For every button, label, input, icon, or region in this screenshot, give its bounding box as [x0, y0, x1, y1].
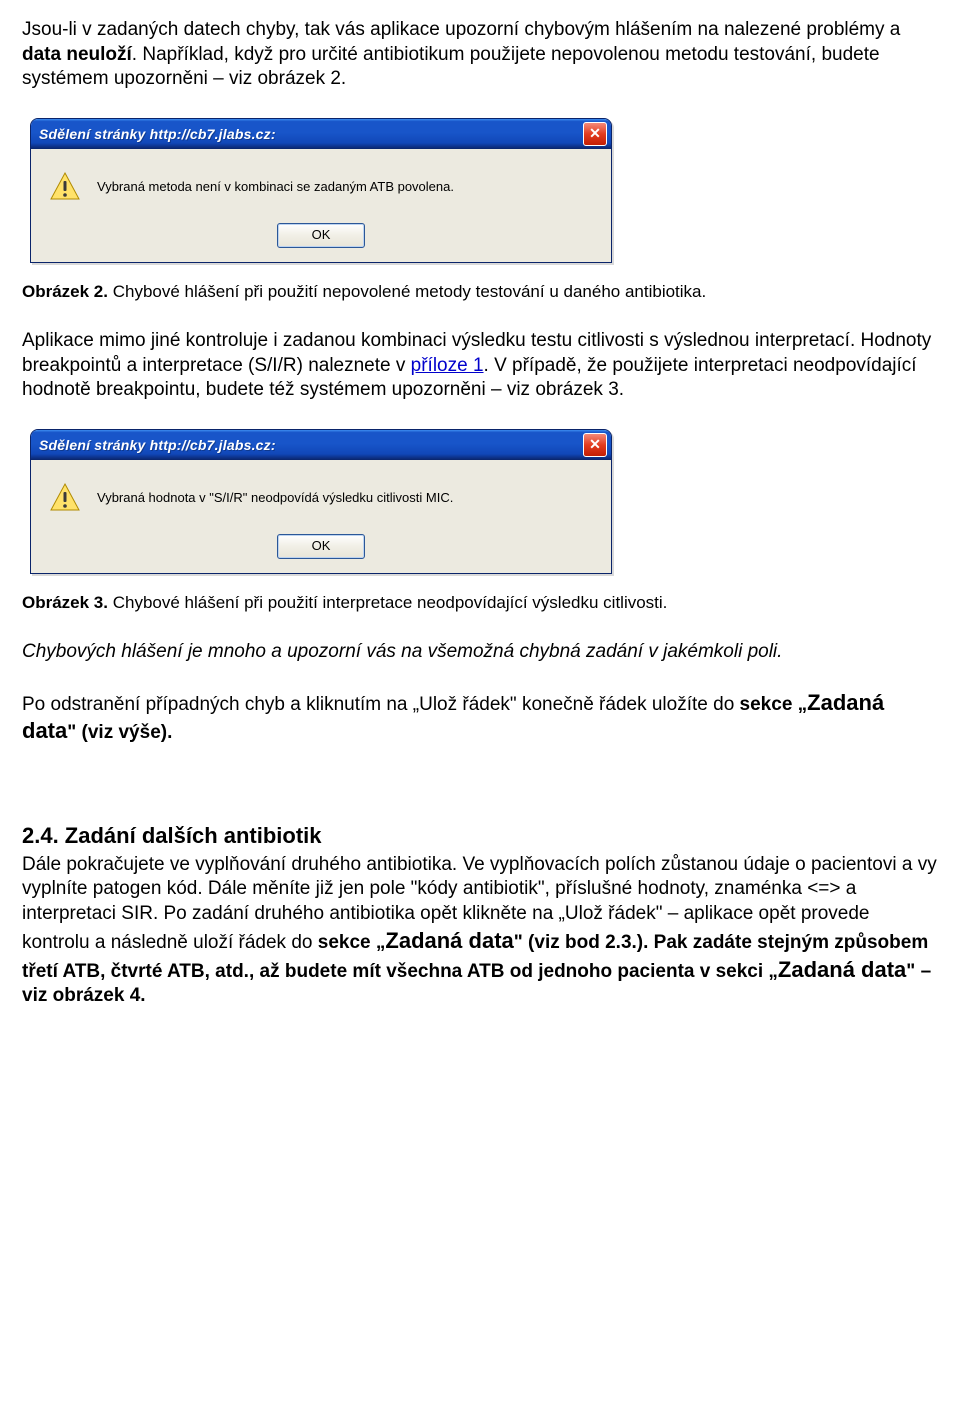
figure-caption-1: Obrázek 2. Chybové hlášení při použití n… [22, 281, 938, 303]
dialog-message: Vybraná hodnota v "S/I/R" neodpovídá výs… [97, 490, 453, 507]
text: Po odstranění případných chyb a kliknutí… [22, 694, 740, 715]
dialog-titlebar: Sdělení stránky http://cb7.jlabs.cz: ✕ [31, 430, 611, 460]
ok-button[interactable]: OK [277, 223, 365, 248]
alert-dialog: Sdělení stránky http://cb7.jlabs.cz: ✕ V… [30, 429, 612, 574]
close-button[interactable]: ✕ [583, 122, 607, 146]
dialog-titlebar: Sdělení stránky http://cb7.jlabs.cz: ✕ [31, 119, 611, 149]
text: Jsou-li v zadaných datech chyby, tak vás… [22, 19, 900, 40]
text-bold: " (viz výše). [67, 722, 172, 743]
dialog-title: Sdělení stránky http://cb7.jlabs.cz: [39, 125, 276, 143]
ok-button[interactable]: OK [277, 534, 365, 559]
warning-icon [49, 482, 81, 514]
attachment-link[interactable]: příloze 1 [411, 355, 484, 376]
dialog-message: Vybraná metoda není v kombinaci se zadan… [97, 179, 454, 196]
warning-icon [49, 171, 81, 203]
text-bold: sekce „ [740, 694, 808, 715]
dialog-body: Vybraná metoda není v kombinaci se zadan… [31, 149, 611, 217]
text-bold: data neuloží [22, 44, 132, 65]
dialog-title: Sdělení stránky http://cb7.jlabs.cz: [39, 436, 276, 454]
caption-text: Chybové hlášení při použití nepovolené m… [108, 282, 706, 301]
close-button[interactable]: ✕ [583, 433, 607, 457]
paragraph-more-atb: Dále pokračujete ve vyplňování druhého a… [22, 853, 938, 1009]
figure-caption-2: Obrázek 3. Chybové hlášení při použití i… [22, 592, 938, 614]
caption-text: Chybové hlášení při použití interpretace… [108, 593, 667, 612]
dialog-buttons: OK [31, 217, 611, 262]
caption-label: Obrázek 3. [22, 593, 108, 612]
paragraph-save-row: Po odstranění případných chyb a kliknutí… [22, 689, 938, 746]
paragraph-breakpoints: Aplikace mimo jiné kontroluje i zadanou … [22, 329, 938, 403]
alert-dialog: Sdělení stránky http://cb7.jlabs.cz: ✕ V… [30, 118, 612, 263]
text-emphasis: Zadaná data [385, 928, 513, 953]
text-bold: sekce „ [318, 932, 386, 953]
dialog-screenshot-1: Sdělení stránky http://cb7.jlabs.cz: ✕ V… [22, 114, 938, 267]
paragraph-note: Chybových hlášení je mnoho a upozorní vá… [22, 640, 938, 665]
section-heading-2-4: 2.4. Zadání dalších antibiotik [22, 822, 938, 851]
dialog-buttons: OK [31, 528, 611, 573]
caption-label: Obrázek 2. [22, 282, 108, 301]
text: Chybových hlášení je mnoho a upozorní vá… [22, 641, 782, 662]
text: . Například, když pro určité antibiotiku… [22, 44, 880, 90]
dialog-body: Vybraná hodnota v "S/I/R" neodpovídá výs… [31, 460, 611, 528]
dialog-screenshot-2: Sdělení stránky http://cb7.jlabs.cz: ✕ V… [22, 425, 938, 578]
paragraph-intro: Jsou-li v zadaných datech chyby, tak vás… [22, 18, 938, 92]
text-emphasis: Zadaná data [778, 957, 906, 982]
